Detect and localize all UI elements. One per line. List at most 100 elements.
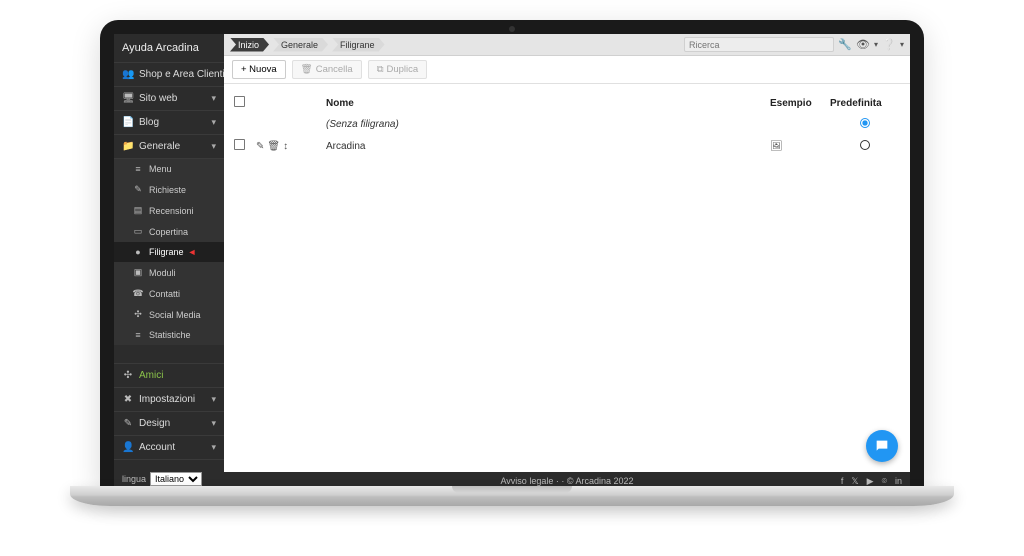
chevron-down-icon: ▾ bbox=[874, 40, 878, 49]
menu-icon: ≡ bbox=[132, 164, 144, 174]
active-arrow-icon: ◄ bbox=[188, 247, 197, 257]
chevron-down-icon: ▾ bbox=[211, 394, 216, 405]
breadcrumb-home[interactable]: Inizio bbox=[230, 38, 269, 52]
share-icon: ✣ bbox=[132, 309, 144, 320]
spacer bbox=[114, 345, 224, 363]
linkedin-icon[interactable]: in bbox=[895, 476, 902, 487]
col-name: Nome bbox=[326, 98, 770, 109]
edit-icon[interactable]: ✎ bbox=[256, 141, 264, 152]
reorder-icon[interactable]: ↕ bbox=[283, 141, 288, 152]
toolbar: + Nuova 🗑Cancella ⧉Duplica bbox=[224, 56, 910, 84]
eye-icon[interactable]: 👁 bbox=[856, 38, 870, 51]
sidebar-item-generale[interactable]: 📁 Generale ▾ bbox=[114, 135, 224, 159]
chevron-down-icon: ▾ bbox=[211, 418, 216, 429]
wrench-icon[interactable]: 🔧 bbox=[838, 38, 852, 51]
sidebar-item-label: Amici bbox=[139, 370, 163, 381]
youtube-icon[interactable]: ▶ bbox=[867, 476, 874, 487]
breadcrumb-generale[interactable]: Generale bbox=[273, 38, 328, 52]
chevron-down-icon: ▾ bbox=[900, 40, 904, 49]
user-icon: 👤 bbox=[122, 442, 134, 453]
row-checkbox[interactable] bbox=[234, 139, 245, 150]
sidebar-item-label: Blog bbox=[139, 117, 159, 128]
top-bar: Inizio Generale Filigrane 🔧 👁 ▾ ❔ ▾ bbox=[224, 34, 910, 56]
camera-dot bbox=[509, 26, 515, 32]
rect-icon: ▭ bbox=[132, 226, 144, 237]
trash-icon: 🗑 bbox=[301, 64, 313, 75]
row-actions: ✎ 🗑 ↕ bbox=[256, 141, 326, 152]
laptop-frame: Ayuda Arcadina 👥 Shop e Area Clienti ▾ 🖥… bbox=[100, 20, 924, 490]
instagram-icon[interactable]: ⌾ bbox=[882, 476, 887, 487]
sidebar-sub-menu[interactable]: ≡Menu bbox=[114, 159, 224, 179]
sidebar-item-label: Generale bbox=[139, 141, 180, 152]
sidebar-sub-socialmedia[interactable]: ✣Social Media bbox=[114, 304, 224, 325]
sidebar-item-design[interactable]: ✎ Design ▾ bbox=[114, 412, 224, 436]
col-example: Esempio bbox=[770, 98, 830, 109]
sidebar-submenu-generale: ≡Menu ✎Richieste ▤Recensioni ▭Copertina … bbox=[114, 159, 224, 345]
gear-icon: ✖ bbox=[122, 394, 134, 405]
laptop-notch bbox=[452, 486, 572, 493]
duplicate-button[interactable]: ⧉Duplica bbox=[368, 60, 427, 79]
sidebar-item-label: Shop e Area Clienti bbox=[139, 69, 224, 80]
breadcrumb-filigrane[interactable]: Filigrane bbox=[332, 38, 385, 52]
trash-icon[interactable]: 🗑 bbox=[267, 141, 280, 152]
list-icon: ▤ bbox=[132, 205, 144, 216]
help-icon[interactable]: ❔ bbox=[882, 38, 896, 51]
copy-icon: ⧉ bbox=[377, 64, 384, 75]
default-radio[interactable] bbox=[860, 140, 870, 150]
sidebar-sub-filigrane[interactable]: ●Filigrane◄ bbox=[114, 242, 224, 262]
phone-icon: ☎ bbox=[132, 288, 144, 299]
sidebar-item-amici[interactable]: ✣ Amici bbox=[114, 363, 224, 388]
sidebar-item-blog[interactable]: 📄 Blog ▾ bbox=[114, 111, 224, 135]
sidebar-sub-richieste[interactable]: ✎Richieste bbox=[114, 179, 224, 200]
twitter-icon[interactable]: 𝕏 bbox=[851, 476, 858, 487]
table-row[interactable]: (Senza filigrana) bbox=[234, 114, 900, 135]
app-screen: Ayuda Arcadina 👥 Shop e Area Clienti ▾ 🖥… bbox=[114, 34, 910, 490]
footer-socials: f 𝕏 ▶ ⌾ in bbox=[841, 476, 902, 487]
content-area: Nome Esempio Predefinita (Senza filigran… bbox=[224, 84, 910, 472]
default-radio[interactable] bbox=[860, 118, 870, 128]
sidebar-item-label: Sito web bbox=[139, 93, 177, 104]
pencil-icon: ✎ bbox=[132, 184, 144, 195]
example-thumb[interactable]: 🖼 bbox=[770, 141, 830, 152]
grid-icon: ▣ bbox=[132, 267, 144, 278]
sidebar-sub-contatti[interactable]: ☎Contatti bbox=[114, 283, 224, 304]
chevron-down-icon: ▾ bbox=[211, 442, 216, 453]
sidebar-item-impostazioni[interactable]: ✖ Impostazioni ▾ bbox=[114, 388, 224, 412]
select-all-checkbox[interactable] bbox=[234, 96, 245, 107]
share-icon: ✣ bbox=[122, 370, 134, 381]
users-icon: 👥 bbox=[122, 69, 134, 80]
row-name: Arcadina bbox=[326, 141, 770, 152]
table-header: Nome Esempio Predefinita bbox=[234, 92, 900, 114]
col-default: Predefinita bbox=[830, 98, 900, 109]
chevron-down-icon: ▾ bbox=[211, 117, 216, 128]
search-input[interactable] bbox=[684, 37, 834, 52]
laptop-base bbox=[70, 486, 954, 506]
brush-icon: ✎ bbox=[122, 418, 134, 429]
footer-text: Avviso legale · · © Arcadina 2022 bbox=[500, 476, 633, 486]
facebook-icon[interactable]: f bbox=[841, 476, 844, 487]
sidebar-sub-statistiche[interactable]: ≡Statistiche bbox=[114, 325, 224, 345]
sidebar-item-shop[interactable]: 👥 Shop e Area Clienti ▾ bbox=[114, 63, 224, 87]
sidebar-sub-moduli[interactable]: ▣Moduli bbox=[114, 262, 224, 283]
language-label: lingua bbox=[122, 474, 146, 484]
main-panel: Inizio Generale Filigrane 🔧 👁 ▾ ❔ ▾ + Nu… bbox=[224, 34, 910, 490]
monitor-icon: 🖥 bbox=[122, 93, 134, 104]
sidebar-sub-copertina[interactable]: ▭Copertina bbox=[114, 221, 224, 242]
sidebar-item-label: Design bbox=[139, 418, 170, 429]
new-button[interactable]: + Nuova bbox=[232, 60, 286, 79]
language-select[interactable]: Italiano bbox=[150, 472, 202, 486]
row-name: (Senza filigrana) bbox=[326, 119, 770, 130]
folder-icon: 📁 bbox=[122, 141, 134, 152]
sidebar-item-label: Account bbox=[139, 442, 175, 453]
sidebar: Ayuda Arcadina 👥 Shop e Area Clienti ▾ 🖥… bbox=[114, 34, 224, 490]
sidebar-sub-recensioni[interactable]: ▤Recensioni bbox=[114, 200, 224, 221]
delete-button[interactable]: 🗑Cancella bbox=[292, 60, 362, 79]
sidebar-item-account[interactable]: 👤 Account ▾ bbox=[114, 436, 224, 460]
sidebar-item-label: Impostazioni bbox=[139, 394, 195, 405]
chevron-down-icon: ▾ bbox=[211, 93, 216, 104]
chat-widget[interactable] bbox=[866, 430, 898, 462]
sidebar-item-sitoweb[interactable]: 🖥 Sito web ▾ bbox=[114, 87, 224, 111]
app-title: Ayuda Arcadina bbox=[114, 34, 224, 63]
chevron-down-icon: ▾ bbox=[211, 141, 216, 152]
table-row[interactable]: ✎ 🗑 ↕ Arcadina 🖼 bbox=[234, 135, 900, 157]
